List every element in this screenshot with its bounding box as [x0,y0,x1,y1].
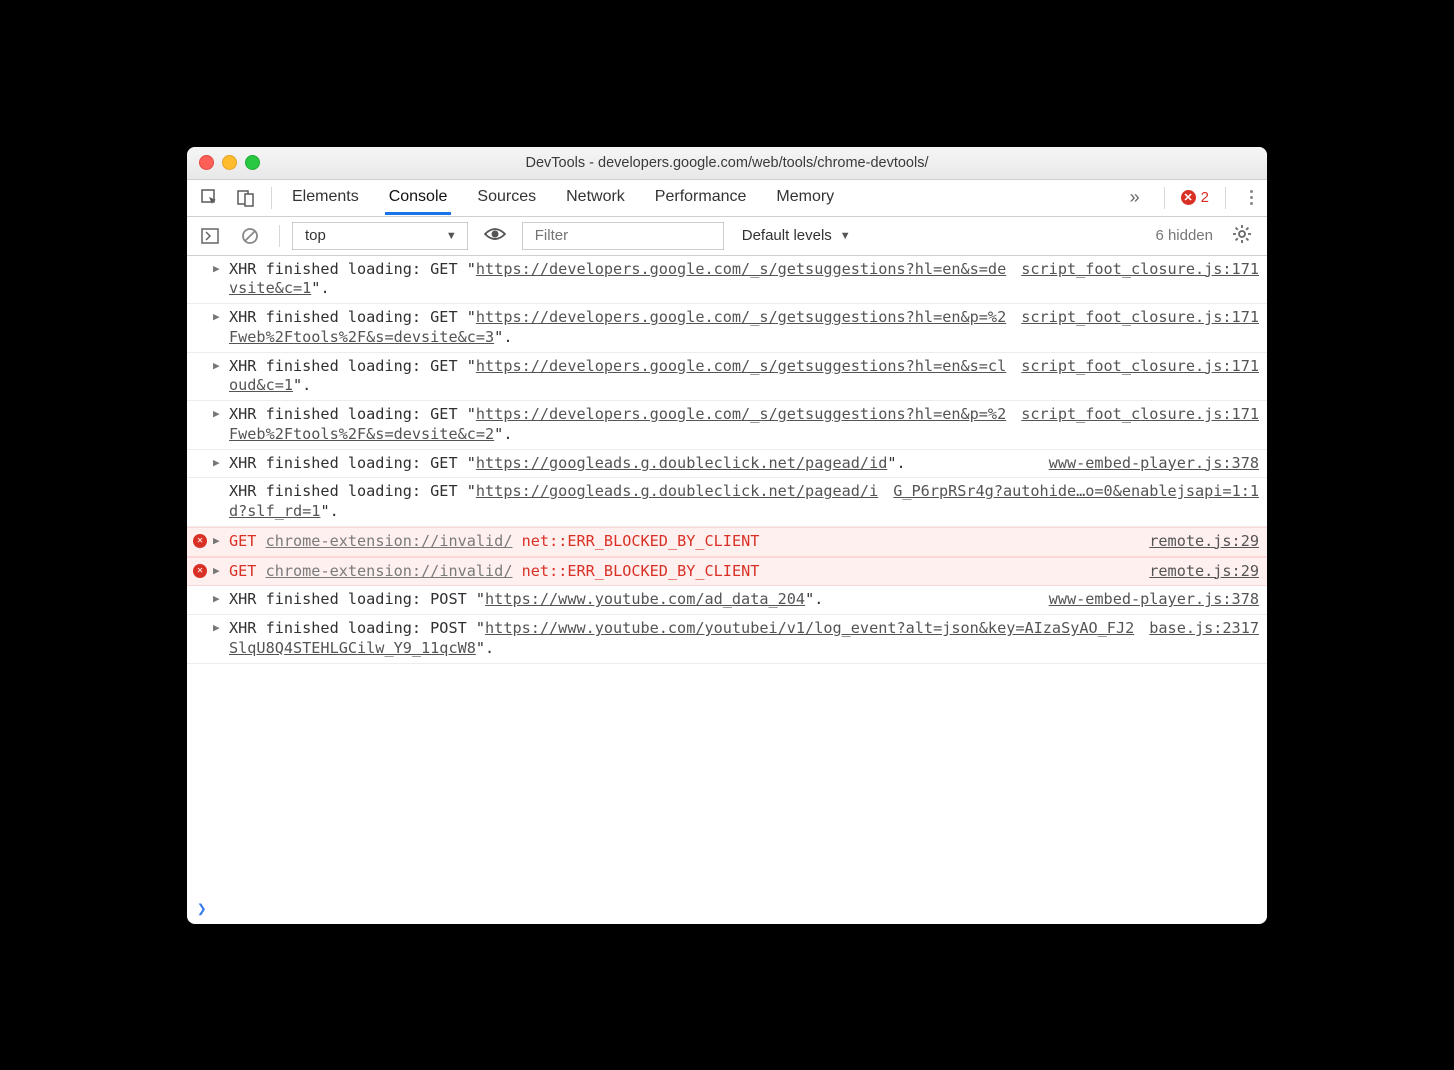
separator [279,225,280,247]
log-row[interactable]: XHR finished loading: GET "https://googl… [187,478,1267,527]
error-badge[interactable]: ✕ 2 [1181,189,1209,206]
minimize-window-button[interactable] [222,155,237,170]
clear-console-icon[interactable] [233,223,267,249]
log-levels-selector[interactable]: Default levels ▼ [730,227,863,244]
disclosure-triangle-icon[interactable]: ▶ [213,456,220,470]
levels-label: Default levels [742,227,832,244]
inspect-icon[interactable] [193,185,227,211]
disclosure-triangle-icon[interactable]: ▶ [213,621,220,635]
console-toolbar: top ▼ Default levels ▼ 6 hidden [187,217,1267,256]
devtools-tabbar: Elements Console Sources Network Perform… [187,180,1267,217]
log-row[interactable]: ▶XHR finished loading: GET "https://deve… [187,304,1267,353]
hidden-count[interactable]: 6 hidden [1155,227,1217,244]
tab-network[interactable]: Network [562,181,629,214]
window-title: DevTools - developers.google.com/web/too… [187,155,1267,171]
log-row[interactable]: ✕ ▶GET chrome-extension://invalid/ net::E… [187,527,1267,557]
more-tabs-icon[interactable]: » [1122,183,1148,212]
log-message: XHR finished loading: GET "https://devel… [215,405,1011,445]
chevron-down-icon: ▼ [840,230,851,242]
panel-tabs: Elements Console Sources Network Perform… [288,181,838,214]
log-source-link[interactable]: script_foot_closure.js:171 [1011,357,1259,397]
log-message: XHR finished loading: GET "https://googl… [215,482,883,522]
log-source-link[interactable]: base.js:2317 [1139,619,1259,659]
log-source-link[interactable]: script_foot_closure.js:171 [1011,308,1259,348]
log-source-link[interactable]: script_foot_closure.js:171 [1011,405,1259,445]
console-prompt[interactable]: ❯ [187,893,1267,924]
disclosure-triangle-icon[interactable]: ▶ [213,359,220,373]
log-row[interactable]: ▶XHR finished loading: POST "https://www… [187,615,1267,664]
separator [1225,187,1226,209]
log-source-link[interactable]: www-embed-player.js:378 [1039,454,1259,474]
log-source-link[interactable]: remote.js:29 [1139,562,1259,582]
log-row[interactable]: ✕ ▶GET chrome-extension://invalid/ net::E… [187,557,1267,587]
separator [271,187,272,209]
log-source-link[interactable]: G_P6rpRSr4g?autohide…o=0&enablejsapi=1:1 [883,482,1259,522]
error-count: 2 [1201,189,1209,206]
context-label: top [305,227,326,244]
zoom-window-button[interactable] [245,155,260,170]
titlebar: DevTools - developers.google.com/web/too… [187,147,1267,180]
tab-sources[interactable]: Sources [473,181,540,214]
error-icon: ✕ [193,534,207,548]
separator [1164,187,1165,209]
error-icon: ✕ [193,564,207,578]
disclosure-triangle-icon[interactable]: ▶ [213,310,220,324]
log-message: XHR finished loading: POST "https://www.… [215,619,1139,659]
kebab-menu-icon[interactable] [1242,186,1261,209]
filter-input[interactable] [522,222,724,250]
log-message: GET chrome-extension://invalid/ net::ERR… [215,562,1139,582]
gear-icon[interactable] [1223,221,1261,251]
log-source-link[interactable]: remote.js:29 [1139,532,1259,552]
log-row[interactable]: ▶XHR finished loading: GET "https://goog… [187,450,1267,479]
tab-elements[interactable]: Elements [288,181,363,214]
log-message: XHR finished loading: POST "https://www.… [215,590,1039,610]
filter-field[interactable] [533,226,713,245]
log-message: XHR finished loading: GET "https://devel… [215,308,1011,348]
disclosure-triangle-icon[interactable]: ▶ [213,592,220,606]
log-row[interactable]: ▶XHR finished loading: GET "https://deve… [187,401,1267,450]
tab-memory[interactable]: Memory [772,181,838,214]
disclosure-triangle-icon[interactable]: ▶ [213,534,220,548]
tab-console[interactable]: Console [385,181,452,215]
devtools-window: DevTools - developers.google.com/web/too… [187,147,1267,924]
log-message: XHR finished loading: GET "https://googl… [215,454,1039,474]
live-expression-icon[interactable] [474,222,516,250]
device-toggle-icon[interactable] [229,185,263,211]
log-source-link[interactable]: script_foot_closure.js:171 [1011,260,1259,300]
log-row[interactable]: ▶XHR finished loading: GET "https://deve… [187,353,1267,402]
log-message: XHR finished loading: GET "https://devel… [215,357,1011,397]
tab-performance[interactable]: Performance [651,181,751,214]
error-icon: ✕ [1181,190,1196,205]
disclosure-triangle-icon[interactable]: ▶ [213,262,220,276]
disclosure-triangle-icon[interactable]: ▶ [213,407,220,421]
log-message: XHR finished loading: GET "https://devel… [215,260,1011,300]
log-row[interactable]: ▶XHR finished loading: GET "https://deve… [187,256,1267,305]
sidebar-toggle-icon[interactable] [193,224,227,248]
log-source-link[interactable]: www-embed-player.js:378 [1039,590,1259,610]
close-window-button[interactable] [199,155,214,170]
disclosure-triangle-icon[interactable]: ▶ [213,564,220,578]
log-row[interactable]: ▶XHR finished loading: POST "https://www… [187,586,1267,615]
tabbar-right: » ✕ 2 [1122,183,1261,212]
traffic-lights [187,155,260,170]
chevron-down-icon: ▼ [446,230,457,242]
log-message: GET chrome-extension://invalid/ net::ERR… [215,532,1139,552]
console-log-list[interactable]: ▶XHR finished loading: GET "https://deve… [187,256,1267,893]
context-selector[interactable]: top ▼ [292,222,468,250]
